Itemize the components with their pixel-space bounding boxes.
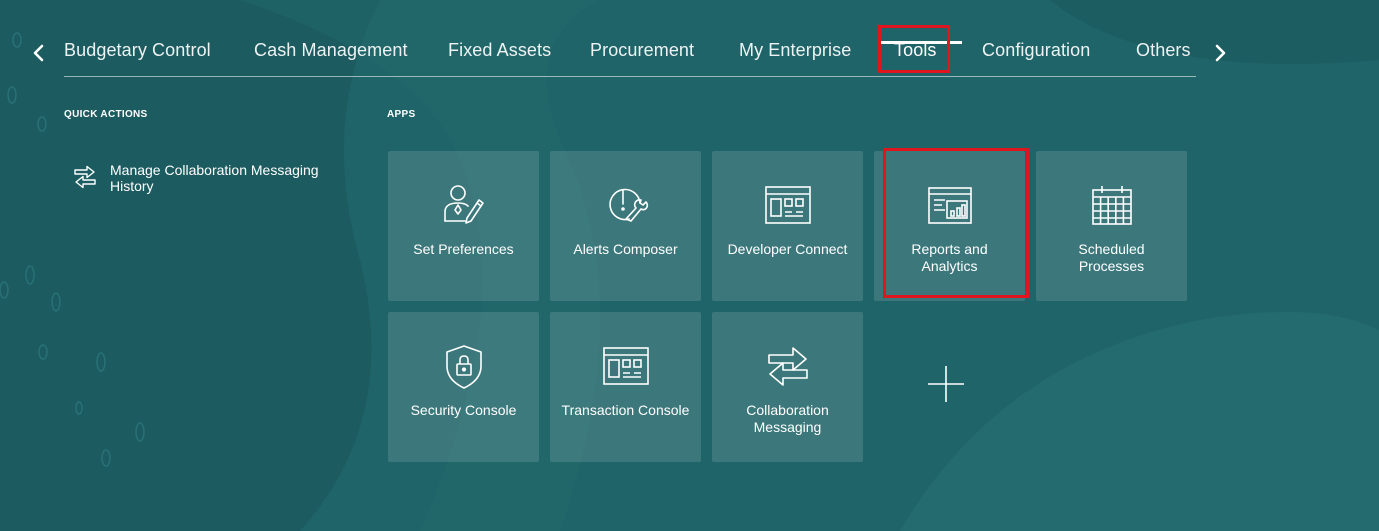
quick-action-manage-collaboration-messaging-history[interactable]: Manage Collaboration Messaging History: [72, 162, 342, 202]
user-edit-icon: [443, 185, 484, 224]
shield-lock-icon: [445, 345, 482, 389]
tab-others[interactable]: Others: [1136, 40, 1191, 61]
apps-header: APPS: [387, 109, 416, 120]
window-panels-icon: [602, 347, 649, 385]
arrows-exchange-icon: [74, 165, 96, 189]
tab-my-enterprise[interactable]: My Enterprise: [739, 40, 851, 61]
nav-prev-button[interactable]: [28, 38, 50, 68]
app-tile-developer-connect[interactable]: Developer Connect: [712, 151, 863, 301]
quick-actions-header: QUICK ACTIONS: [64, 109, 148, 120]
app-tile-label: Security Console: [410, 402, 517, 418]
plus-icon: [928, 366, 964, 402]
app-tile-set-preferences[interactable]: Set Preferences: [388, 151, 539, 301]
tab-cash-management[interactable]: Cash Management: [254, 40, 408, 61]
arrows-exchange-icon: [767, 347, 808, 386]
chevron-left-icon: [33, 44, 44, 62]
tab-budgetary-control[interactable]: Budgetary Control: [64, 40, 211, 61]
app-tile-label: Scheduled Processes: [1078, 241, 1145, 274]
app-tile-collaboration-messaging[interactable]: Collaboration Messaging: [712, 312, 863, 462]
alert-wrench-icon: [608, 188, 648, 222]
calendar-icon: [1091, 186, 1132, 225]
quick-action-label: Manage Collaboration Messaging History: [110, 162, 319, 194]
tab-configuration[interactable]: Configuration: [982, 40, 1090, 61]
tab-fixed-assets[interactable]: Fixed Assets: [448, 40, 551, 61]
report-chart-icon: [927, 187, 972, 224]
chevron-right-icon: [1215, 44, 1226, 62]
add-app-button[interactable]: [922, 360, 970, 408]
navigation-bar: Budgetary Control Cash Management Fixed …: [64, 32, 1196, 77]
active-tab-indicator: [880, 41, 962, 44]
app-tile-label: Set Preferences: [413, 241, 514, 257]
app-tile-label: Developer Connect: [727, 241, 848, 257]
app-tile-label: Reports and Analytics: [911, 241, 988, 274]
app-tile-label: Collaboration Messaging: [746, 402, 829, 435]
app-tile-label: Transaction Console: [561, 402, 690, 418]
app-tile-alerts-composer[interactable]: Alerts Composer: [550, 151, 701, 301]
tab-procurement[interactable]: Procurement: [590, 40, 694, 61]
app-tile-reports-and-analytics[interactable]: Reports and Analytics: [874, 151, 1025, 301]
app-tile-transaction-console[interactable]: Transaction Console: [550, 312, 701, 462]
app-tile-scheduled-processes[interactable]: Scheduled Processes: [1036, 151, 1187, 301]
nav-next-button[interactable]: [1209, 38, 1231, 68]
window-panels-icon: [764, 186, 811, 224]
app-tile-security-console[interactable]: Security Console: [388, 312, 539, 462]
app-tile-label: Alerts Composer: [573, 241, 678, 257]
